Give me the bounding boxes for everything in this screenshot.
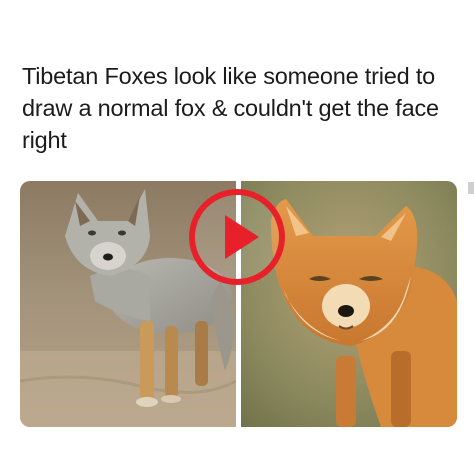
meme-post: Tibetan Foxes look like someone tried to… bbox=[0, 0, 474, 474]
play-icon bbox=[189, 189, 285, 285]
post-caption: Tibetan Foxes look like someone tried to… bbox=[22, 63, 439, 153]
photo-comparison bbox=[20, 181, 457, 427]
play-button[interactable] bbox=[185, 185, 289, 289]
scroll-edge bbox=[468, 182, 474, 194]
